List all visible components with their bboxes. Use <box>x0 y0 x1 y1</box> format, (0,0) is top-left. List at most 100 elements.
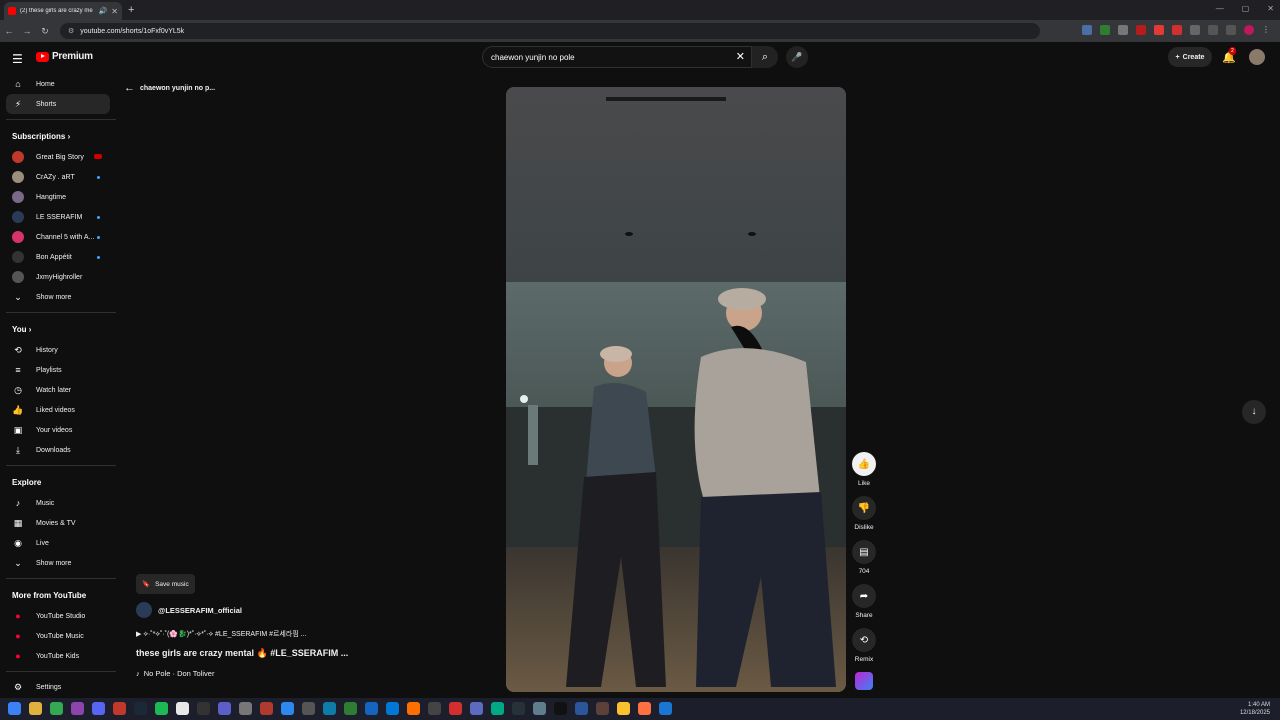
show-more-explore[interactable]: ⌄ Show more <box>0 553 116 573</box>
taskbar-app-icon[interactable] <box>638 702 651 715</box>
channel-link[interactable]: @LESSERAFIM_official <box>136 602 242 618</box>
sidebar-item-downloads[interactable]: ⤓ Downloads <box>0 440 116 460</box>
subscriptions-header[interactable]: Subscriptions › <box>0 125 116 147</box>
hamburger-menu-icon[interactable]: ☰ <box>12 52 23 66</box>
taskbar-app-icon[interactable] <box>491 702 504 715</box>
voice-search-button[interactable]: 🎤 <box>786 46 808 68</box>
url-field[interactable]: ⚙ youtube.com/shorts/1oFxf0vYL5k <box>60 23 1040 39</box>
taskbar-app-icon[interactable] <box>29 702 42 715</box>
back-to-search-button[interactable]: ← chaewon yunjin no p... <box>124 82 215 94</box>
taskbar-app-icon[interactable] <box>659 702 672 715</box>
forward-icon[interactable]: → <box>18 26 36 36</box>
sidebar-item-jxmyhighroller[interactable]: JxmyHighroller <box>0 267 116 287</box>
search-button[interactable]: ⌕ <box>752 46 778 68</box>
minimize-icon[interactable]: — <box>1216 4 1224 13</box>
taskbar-app-icon[interactable] <box>617 702 630 715</box>
next-video-button[interactable]: ↓ <box>1242 400 1266 424</box>
taskbar-app-icon[interactable] <box>344 702 357 715</box>
taskbar-app-icon[interactable] <box>407 702 420 715</box>
notifications-button[interactable]: 🔔 2 <box>1222 47 1236 64</box>
taskbar-app-icon[interactable] <box>533 702 546 715</box>
taskbar-app-icon[interactable] <box>512 702 525 715</box>
taskbar-app-icon[interactable] <box>281 702 294 715</box>
sidebar-item-shorts[interactable]: ⚡ Shorts <box>6 94 110 114</box>
short-video-player[interactable] <box>506 87 846 692</box>
taskbar-app-icon[interactable] <box>197 702 210 715</box>
sidebar-item-youtube-kids[interactable]: ● YouTube Kids <box>0 646 116 666</box>
create-button[interactable]: + Create <box>1168 47 1212 67</box>
sidebar-item-history[interactable]: ⟲ History <box>0 340 116 360</box>
back-icon[interactable]: ← <box>0 26 18 36</box>
sidebar-item-watch-later[interactable]: ◷ Watch later <box>0 380 116 400</box>
taskbar-app-icon[interactable] <box>92 702 105 715</box>
taskbar-app-icon[interactable] <box>302 702 315 715</box>
share-button[interactable]: ➦ Share <box>850 584 878 619</box>
youtube-logo[interactable]: Premium <box>36 51 93 62</box>
profile-icon[interactable] <box>1244 25 1254 35</box>
browser-tab[interactable]: (2) these girls are crazy me 🔊 ✕ <box>4 2 122 20</box>
close-window-icon[interactable]: ✕ <box>1267 4 1274 13</box>
sidepanel-icon[interactable] <box>1208 25 1218 35</box>
new-tab-icon[interactable]: + <box>128 4 134 16</box>
sidebar-item-le-sserafim[interactable]: LE SSERAFIM <box>0 207 116 227</box>
taskbar-app-icon[interactable] <box>218 702 231 715</box>
show-more-subscriptions[interactable]: ⌄ Show more <box>0 287 116 307</box>
sidebar-item-music[interactable]: ♪ Music <box>0 493 116 513</box>
sidebar-item-hangtime[interactable]: Hangtime <box>0 187 116 207</box>
sidebar-item-home[interactable]: ⌂ Home <box>0 74 116 94</box>
speaker-icon[interactable]: 🔊 <box>99 7 108 15</box>
taskbar-app-icon[interactable] <box>449 702 462 715</box>
account-avatar[interactable] <box>1249 49 1265 65</box>
reload-icon[interactable]: ↻ <box>36 26 54 37</box>
sidebar-item-crazy-art[interactable]: CrAZy . aRT <box>0 167 116 187</box>
taskbar-app-icon[interactable] <box>323 702 336 715</box>
extension-icon[interactable] <box>1082 25 1092 35</box>
taskbar-app-icon[interactable] <box>113 702 126 715</box>
taskbar-app-icon[interactable] <box>71 702 84 715</box>
sidebar-item-liked-videos[interactable]: 👍 Liked videos <box>0 400 116 420</box>
extension-icon[interactable] <box>1118 25 1128 35</box>
taskbar-app-icon[interactable] <box>50 702 63 715</box>
sidebar-item-youtube-music[interactable]: ● YouTube Music <box>0 626 116 646</box>
sidebar-item-bon-app-tit[interactable]: Bon Appétit <box>0 247 116 267</box>
taskbar-app-icon[interactable] <box>239 702 252 715</box>
adblock-icon[interactable] <box>1154 25 1164 35</box>
sidebar-item-channel-5-with-a[interactable]: Channel 5 with A... <box>0 227 116 247</box>
taskbar-app-icon[interactable] <box>554 702 567 715</box>
like-button[interactable]: 👍 Like <box>850 452 878 487</box>
sidebar-item-great-big-story[interactable]: Great Big Story <box>0 147 116 167</box>
dislike-button[interactable]: 👎 Dislike <box>850 496 878 531</box>
menu-dots-icon[interactable]: ⋮ <box>1262 25 1272 35</box>
sidebar-item-live[interactable]: ◉ Live <box>0 533 116 553</box>
extension-icon[interactable] <box>1172 25 1182 35</box>
taskbar-app-icon[interactable] <box>260 702 273 715</box>
sidebar-item-movies-tv[interactable]: ▦ Movies & TV <box>0 513 116 533</box>
taskbar-app-icon[interactable] <box>428 702 441 715</box>
clear-search-icon[interactable]: ✕ <box>736 50 745 63</box>
sidebar-item-youtube-studio[interactable]: ● YouTube Studio <box>0 606 116 626</box>
save-music-button[interactable]: 🔖 Save music <box>136 574 195 594</box>
taskbar-app-icon[interactable] <box>176 702 189 715</box>
system-clock[interactable]: 1:40 AM 12/18/2025 <box>1240 701 1270 717</box>
taskbar-app-icon[interactable] <box>155 702 168 715</box>
extension-icon[interactable] <box>1100 25 1110 35</box>
comments-button[interactable]: ▤ 704 <box>850 540 878 575</box>
maximize-icon[interactable]: ▢ <box>1242 4 1250 13</box>
taskbar-app-icon[interactable] <box>575 702 588 715</box>
search-input[interactable]: chaewon yunjin no pole ✕ <box>482 46 752 68</box>
sidebar-item-your-videos[interactable]: ▣ Your videos <box>0 420 116 440</box>
sound-thumbnail[interactable] <box>855 672 873 690</box>
video-title[interactable]: these girls are crazy mental 🔥 #LE_SSERA… <box>136 648 348 659</box>
taskbar-app-icon[interactable] <box>365 702 378 715</box>
video-description[interactable]: ▶ ⟡·˚*⟡˚·˚(🌸🐉)*˚·⟡*˚·⟡ #LE_SSERAFIM #르세라… <box>136 629 307 639</box>
taskbar-app-icon[interactable] <box>134 702 147 715</box>
you-header[interactable]: You › <box>0 318 116 340</box>
sidebar-item-settings[interactable]: ⚙ Settings <box>0 677 116 697</box>
taskbar-app-icon[interactable] <box>596 702 609 715</box>
extension-icon[interactable] <box>1136 25 1146 35</box>
sidebar-item-playlists[interactable]: ≡ Playlists <box>0 360 116 380</box>
taskbar-app-icon[interactable] <box>386 702 399 715</box>
remix-button[interactable]: ⟲ Remix <box>850 628 878 663</box>
close-tab-icon[interactable]: ✕ <box>111 7 118 16</box>
taskbar-app-icon[interactable] <box>470 702 483 715</box>
